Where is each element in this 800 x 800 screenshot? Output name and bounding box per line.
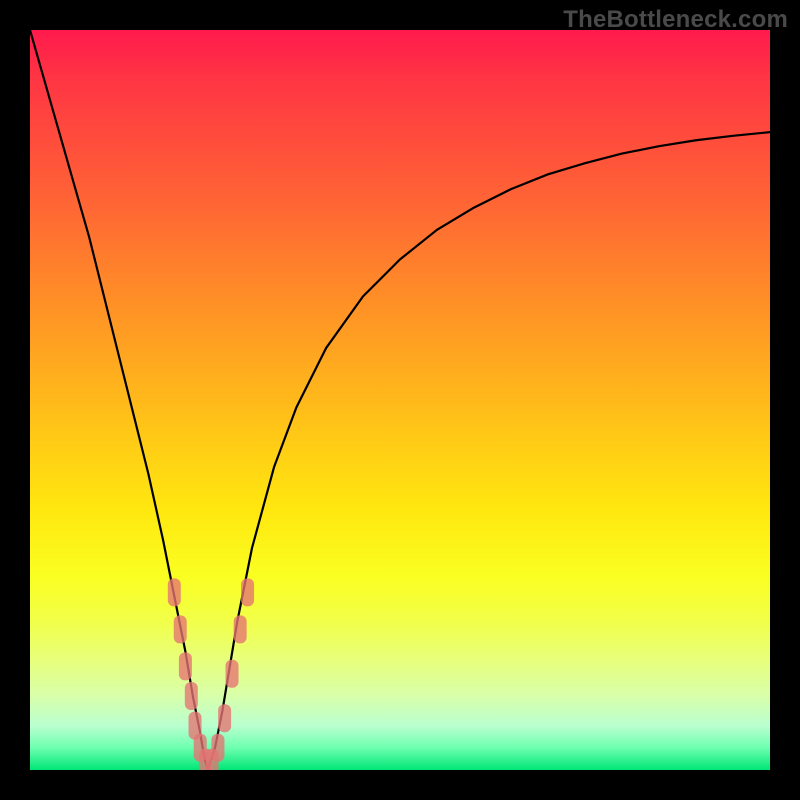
curve-marker	[218, 704, 231, 732]
curve-marker	[194, 734, 207, 762]
marker-group	[168, 578, 254, 770]
curve-marker	[179, 652, 192, 680]
curve-marker	[168, 578, 181, 606]
chart-svg	[30, 30, 770, 770]
curve-marker	[174, 615, 187, 643]
curve-marker	[211, 734, 224, 762]
curve-marker	[206, 749, 219, 770]
watermark-text: TheBottleneck.com	[563, 6, 788, 34]
chart-frame: TheBottleneck.com	[0, 0, 800, 800]
curve-marker	[185, 682, 198, 710]
plot-area	[30, 30, 770, 770]
curve-marker	[189, 712, 202, 740]
curve-marker	[226, 660, 239, 688]
curve-marker	[241, 578, 254, 606]
bottleneck-curve	[30, 30, 770, 770]
curve-marker	[199, 749, 212, 770]
curve-marker	[234, 615, 247, 643]
